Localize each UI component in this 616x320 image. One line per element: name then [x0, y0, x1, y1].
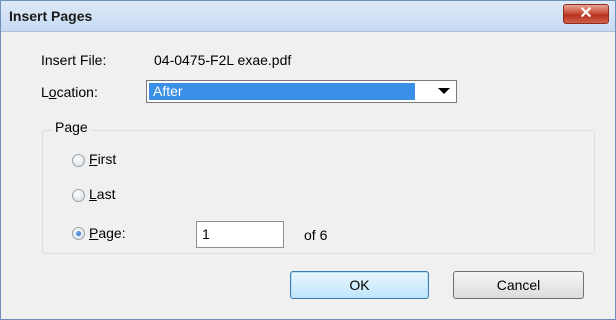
- last-radio[interactable]: [72, 189, 85, 202]
- cancel-button[interactable]: Cancel: [453, 271, 584, 299]
- first-radio[interactable]: [72, 154, 85, 167]
- insert-pages-dialog: Insert Pages ✕ Insert File: 04-0475-F2L …: [0, 0, 616, 320]
- page-radio[interactable]: [72, 227, 85, 240]
- last-radio-label[interactable]: Last: [89, 186, 115, 202]
- page-group-title: Page: [52, 119, 91, 135]
- chevron-down-icon[interactable]: [438, 88, 450, 94]
- title-bar[interactable]: Insert Pages ✕: [1, 1, 615, 32]
- insert-file-label: Insert File:: [41, 52, 107, 68]
- page-radio-label[interactable]: Page:: [89, 225, 126, 241]
- close-button[interactable]: ✕: [563, 4, 609, 24]
- location-select[interactable]: After: [146, 80, 457, 103]
- page-number-input[interactable]: 1: [196, 221, 284, 248]
- insert-file-value: 04-0475-F2L exae.pdf: [154, 52, 292, 68]
- location-label: Location:: [41, 84, 98, 100]
- dialog-title: Insert Pages: [9, 8, 93, 24]
- location-selected-value: After: [149, 83, 415, 100]
- page-count-text: of 6: [304, 227, 328, 243]
- first-radio-label[interactable]: First: [89, 151, 116, 167]
- close-icon: ✕: [579, 5, 593, 22]
- ok-button[interactable]: OK: [290, 271, 429, 299]
